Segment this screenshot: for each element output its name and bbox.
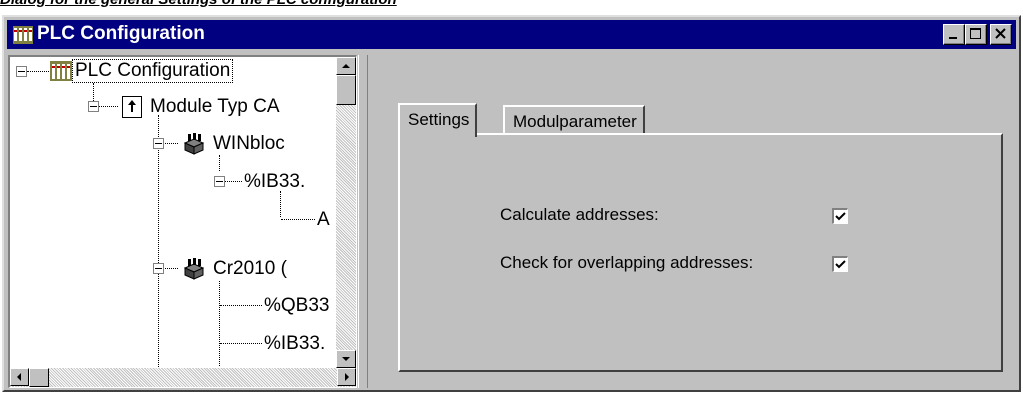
scroll-up-button[interactable] (336, 57, 356, 75)
tree-connector (158, 115, 159, 387)
scroll-left-button[interactable] (10, 368, 29, 386)
tree-item-input-byte[interactable]: %IB33. (244, 170, 305, 194)
tab-settings[interactable]: Settings (398, 103, 478, 137)
minimize-button[interactable] (943, 24, 965, 45)
collapse-toggle[interactable] (16, 66, 27, 77)
scroll-thumb[interactable] (29, 368, 49, 387)
tab-modulparameter[interactable]: Modulparameter (503, 105, 645, 133)
tree-item-cr2010[interactable]: Cr2010 ( (182, 257, 287, 281)
collapse-toggle[interactable] (214, 176, 225, 187)
scroll-down-button[interactable] (336, 350, 356, 368)
tree-connector (27, 71, 49, 72)
tree-connector (280, 191, 281, 217)
figure-caption: Dialog for the general Settings of the P… (0, 0, 397, 8)
tree-item-label: %QB33 (264, 295, 330, 316)
close-icon (995, 28, 1006, 39)
tree-connector (162, 268, 178, 269)
tree-item-label: WINbloc (213, 133, 285, 154)
io-module-icon (182, 258, 206, 280)
minimize-icon (949, 37, 957, 39)
settings-tab-panel: Calculate addresses: Check for overlappi… (398, 133, 1003, 372)
tree-item-label: PLC Configuration (71, 59, 234, 83)
scroll-thumb[interactable] (336, 75, 356, 105)
tree-connector (162, 143, 178, 144)
calculate-addresses-checkbox[interactable] (832, 208, 848, 224)
calculate-addresses-label: Calculate addresses: (500, 205, 659, 224)
tree-item-input-byte-2[interactable]: %IB33. (264, 332, 325, 356)
tree-item-output-byte[interactable]: %QB33 (264, 294, 329, 318)
tree-item-label: Module Typ CA (150, 96, 280, 117)
tree-connector (220, 305, 262, 306)
plc-rack-icon (50, 60, 72, 82)
scroll-right-button[interactable] (337, 368, 356, 386)
tree-connector (224, 181, 242, 182)
arrow-left-icon (17, 373, 21, 381)
tree-item-label: A (317, 209, 330, 230)
tree-connector (220, 343, 262, 344)
tree-item-winbloc[interactable]: WINbloc (182, 132, 285, 156)
arrow-down-icon (342, 357, 350, 361)
tree-item-module[interactable]: Module Typ CA (122, 95, 280, 119)
close-button[interactable] (990, 24, 1012, 45)
tree-connector (219, 155, 220, 171)
check-overlapping-label: Check for overlapping addresses: (500, 253, 754, 272)
tree-connector (219, 281, 220, 366)
plc-rack-icon (13, 26, 33, 44)
plc-tree-view[interactable]: PLC Configuration Module Typ CA WINbloc … (8, 55, 357, 388)
tree-connector (281, 219, 315, 220)
arrow-up-icon (342, 64, 350, 68)
window-title: PLC Configuration (37, 23, 205, 44)
arrow-right-icon (345, 373, 349, 381)
tree-item-label: Cr2010 ( (213, 258, 287, 279)
tree-item-label: %IB33. (264, 333, 326, 354)
collapse-toggle[interactable] (153, 263, 164, 274)
tree-item-a[interactable]: A (317, 208, 330, 232)
maximize-icon (970, 28, 981, 39)
io-module-icon (182, 133, 206, 155)
collapse-toggle[interactable] (88, 101, 99, 112)
tree-horizontal-scrollbar[interactable] (10, 368, 356, 387)
title-bar[interactable]: PLC Configuration (7, 20, 1016, 49)
maximize-button[interactable] (965, 24, 987, 45)
checkmark-icon (835, 212, 846, 221)
tree-vertical-scrollbar[interactable] (336, 57, 356, 368)
module-arrow-icon (122, 96, 142, 118)
settings-pane: Settings Modulparameter Calculate addres… (370, 55, 1017, 388)
collapse-toggle[interactable] (153, 138, 164, 149)
pane-splitter[interactable] (358, 55, 368, 388)
tree-connector (98, 106, 118, 107)
tree-item-plc-configuration[interactable]: PLC Configuration (50, 59, 234, 83)
checkmark-icon (835, 260, 846, 269)
check-overlapping-checkbox[interactable] (832, 256, 848, 272)
plc-configuration-window: PLC Configuration PLC Configuration Modu… (2, 15, 1021, 392)
tree-item-label: %IB33. (244, 171, 306, 192)
